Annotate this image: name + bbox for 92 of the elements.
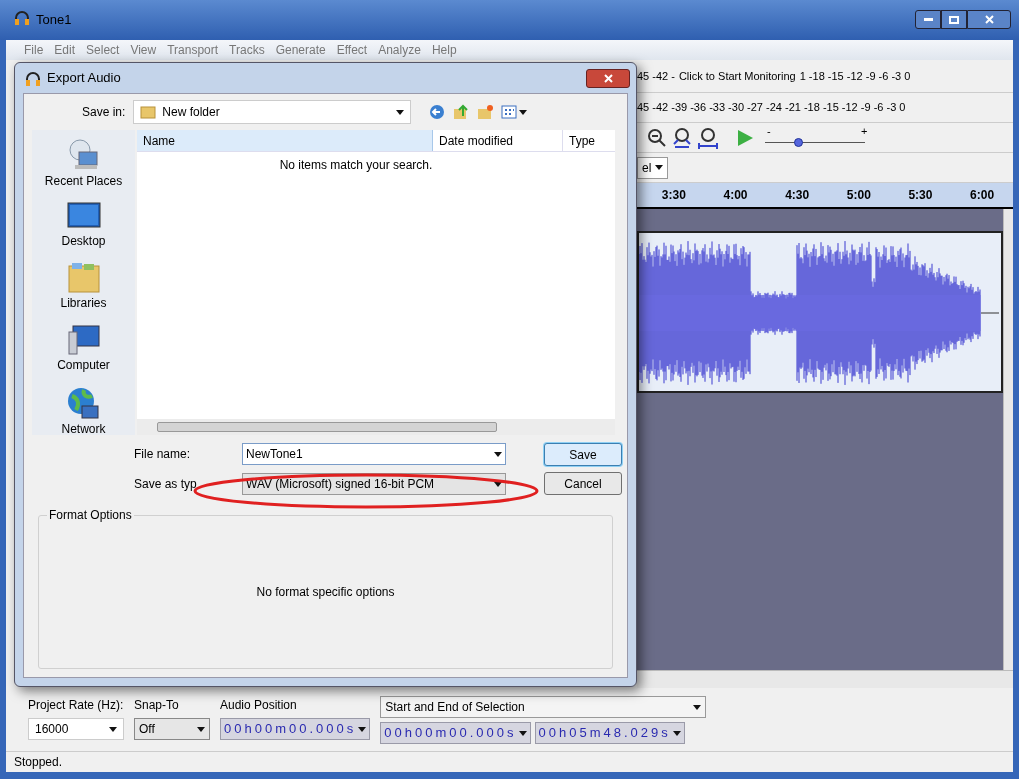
menu-item[interactable]: Generate xyxy=(275,41,326,59)
place-item[interactable]: Desktop xyxy=(61,202,106,250)
headphones-icon xyxy=(25,70,41,86)
meter-scale: 1 -18 -15 -12 -9 -6 -3 0 xyxy=(799,68,911,84)
dropdown-arrow-icon xyxy=(693,704,702,710)
audio-position-label: Audio Position xyxy=(220,697,298,714)
dropdown[interactable]: el xyxy=(637,156,669,179)
menu-item[interactable]: Help xyxy=(431,41,457,59)
timeline-label: 6:00 xyxy=(970,187,995,204)
new-folder-icon[interactable] xyxy=(477,104,494,120)
menu-item[interactable]: Effect xyxy=(336,41,368,59)
view-menu-button[interactable] xyxy=(501,105,528,119)
slider-plus-label: + xyxy=(861,124,868,137)
fit-selection-zoom-icon[interactable] xyxy=(671,126,693,149)
file-name-field[interactable]: NewTone1 xyxy=(242,443,506,465)
grid-icon xyxy=(501,105,518,119)
folder-icon xyxy=(66,262,101,294)
dropdown-arrow-icon xyxy=(655,165,664,170)
fit-project-zoom-icon[interactable] xyxy=(697,126,719,149)
status-text: Stopped. xyxy=(14,754,63,771)
file-name-label: File name: xyxy=(134,446,192,463)
globe-monitor-icon xyxy=(66,386,101,420)
window-title: Tone1 xyxy=(36,11,72,29)
selection-start-field[interactable]: 00h00m00.000s xyxy=(380,722,531,744)
selection-mode-select[interactable]: Start and End of Selection xyxy=(380,696,707,718)
save-as-type-label: Save as typ xyxy=(134,476,198,493)
menu-item[interactable]: Edit xyxy=(54,41,76,59)
format-options-message: No format specific options xyxy=(256,584,395,601)
close-button[interactable] xyxy=(586,68,630,88)
computer-icon xyxy=(66,324,101,356)
dropdown-arrow-icon xyxy=(494,451,502,457)
timeline-label: 5:30 xyxy=(908,187,933,204)
timeline-label: 5:00 xyxy=(846,187,871,204)
menu-item[interactable]: Analyze xyxy=(378,41,421,59)
meter-message: Click to Start Monitoring xyxy=(678,68,796,84)
dropdown-arrow-icon xyxy=(519,109,528,115)
clock-monitor-icon xyxy=(66,138,101,172)
file-list[interactable]: Name Date modified Type No items match your search. xyxy=(137,130,615,435)
column-header[interactable]: Type xyxy=(563,130,615,151)
timeline-ruler[interactable]: 3:30 4:00 4:30 5:00 5:30 6:00 xyxy=(637,183,1013,209)
back-icon[interactable] xyxy=(429,104,446,120)
place-item[interactable]: Recent Places xyxy=(44,138,123,190)
dialog-title: Export Audio xyxy=(47,69,121,88)
menu-item[interactable]: Transport xyxy=(167,41,219,59)
save-in-select[interactable]: New folder xyxy=(133,100,412,124)
project-rate-label: Project Rate (Hz): xyxy=(28,697,124,714)
close-icon xyxy=(984,15,994,24)
dropdown-arrow-icon xyxy=(396,109,405,115)
selection-end-field[interactable]: 00h05m48.029s xyxy=(534,722,685,744)
column-header[interactable]: Name xyxy=(137,130,433,151)
project-rate-select[interactable]: 16000 xyxy=(28,718,124,740)
dropdown-arrow-icon xyxy=(494,481,502,487)
save-in-label: Save in: xyxy=(82,104,126,121)
horizontal-scrollbar[interactable] xyxy=(637,670,1013,688)
place-item[interactable]: Computer xyxy=(57,324,110,374)
meter-scale: 45 -42 - xyxy=(637,68,675,84)
place-item[interactable]: Libraries xyxy=(60,262,107,312)
dialog-button[interactable]: Save xyxy=(544,443,622,466)
close-icon xyxy=(603,73,613,83)
minimize-button[interactable] xyxy=(915,10,941,29)
timeline-label: 4:30 xyxy=(785,187,810,204)
horizontal-scrollbar[interactable] xyxy=(137,419,615,435)
dropdown-arrow-icon xyxy=(518,730,527,736)
vertical-scrollbar[interactable] xyxy=(1003,209,1013,670)
menu-item[interactable]: Select xyxy=(86,41,120,59)
menu-item[interactable]: View xyxy=(130,41,157,59)
slider-minus-label: - xyxy=(767,124,771,137)
menu-item[interactable]: Tracks xyxy=(229,41,265,59)
snap-to-label: Snap-To xyxy=(134,697,180,714)
snap-to-select[interactable]: Off xyxy=(134,718,210,740)
play-speed-slider[interactable]: - + xyxy=(765,124,865,151)
dropdown-arrow-icon xyxy=(672,730,681,736)
place-item[interactable]: Network xyxy=(61,386,106,438)
empty-message: No items match your search. xyxy=(279,157,433,174)
maximize-button[interactable] xyxy=(941,10,967,29)
dropdown-arrow-icon xyxy=(109,726,117,732)
dialog-button[interactable]: Cancel xyxy=(544,472,622,495)
menu-item[interactable]: File xyxy=(24,41,44,59)
dropdown-arrow-icon xyxy=(197,726,205,732)
close-button[interactable] xyxy=(967,10,1011,29)
recording-meter[interactable]: 45 -42 - Click to Start Monitoring 1 -18 -15 -12 -9 -6 -3 0 xyxy=(637,60,1013,93)
dropdown-arrow-icon xyxy=(358,726,367,732)
meter-scale: 45 -42 -39 -36 -33 -30 -27 -24 -21 -18 -15 -12 -9 -6 -3 0 xyxy=(637,100,906,116)
folder-icon xyxy=(140,105,157,119)
up-folder-icon[interactable] xyxy=(453,104,470,120)
timeline-label: 4:00 xyxy=(723,187,748,204)
audio-position-field[interactable]: 00h00m00.000s xyxy=(220,718,371,740)
playback-meter[interactable]: 45 -42 -39 -36 -33 -30 -27 -24 -21 -18 -15 -12 -9 -6 -3 0 xyxy=(637,93,1013,123)
zoom-out-icon[interactable] xyxy=(647,127,667,148)
column-header[interactable]: Date modified xyxy=(433,130,563,151)
timeline-label: 3:30 xyxy=(661,187,686,204)
headphones-icon xyxy=(14,10,30,25)
